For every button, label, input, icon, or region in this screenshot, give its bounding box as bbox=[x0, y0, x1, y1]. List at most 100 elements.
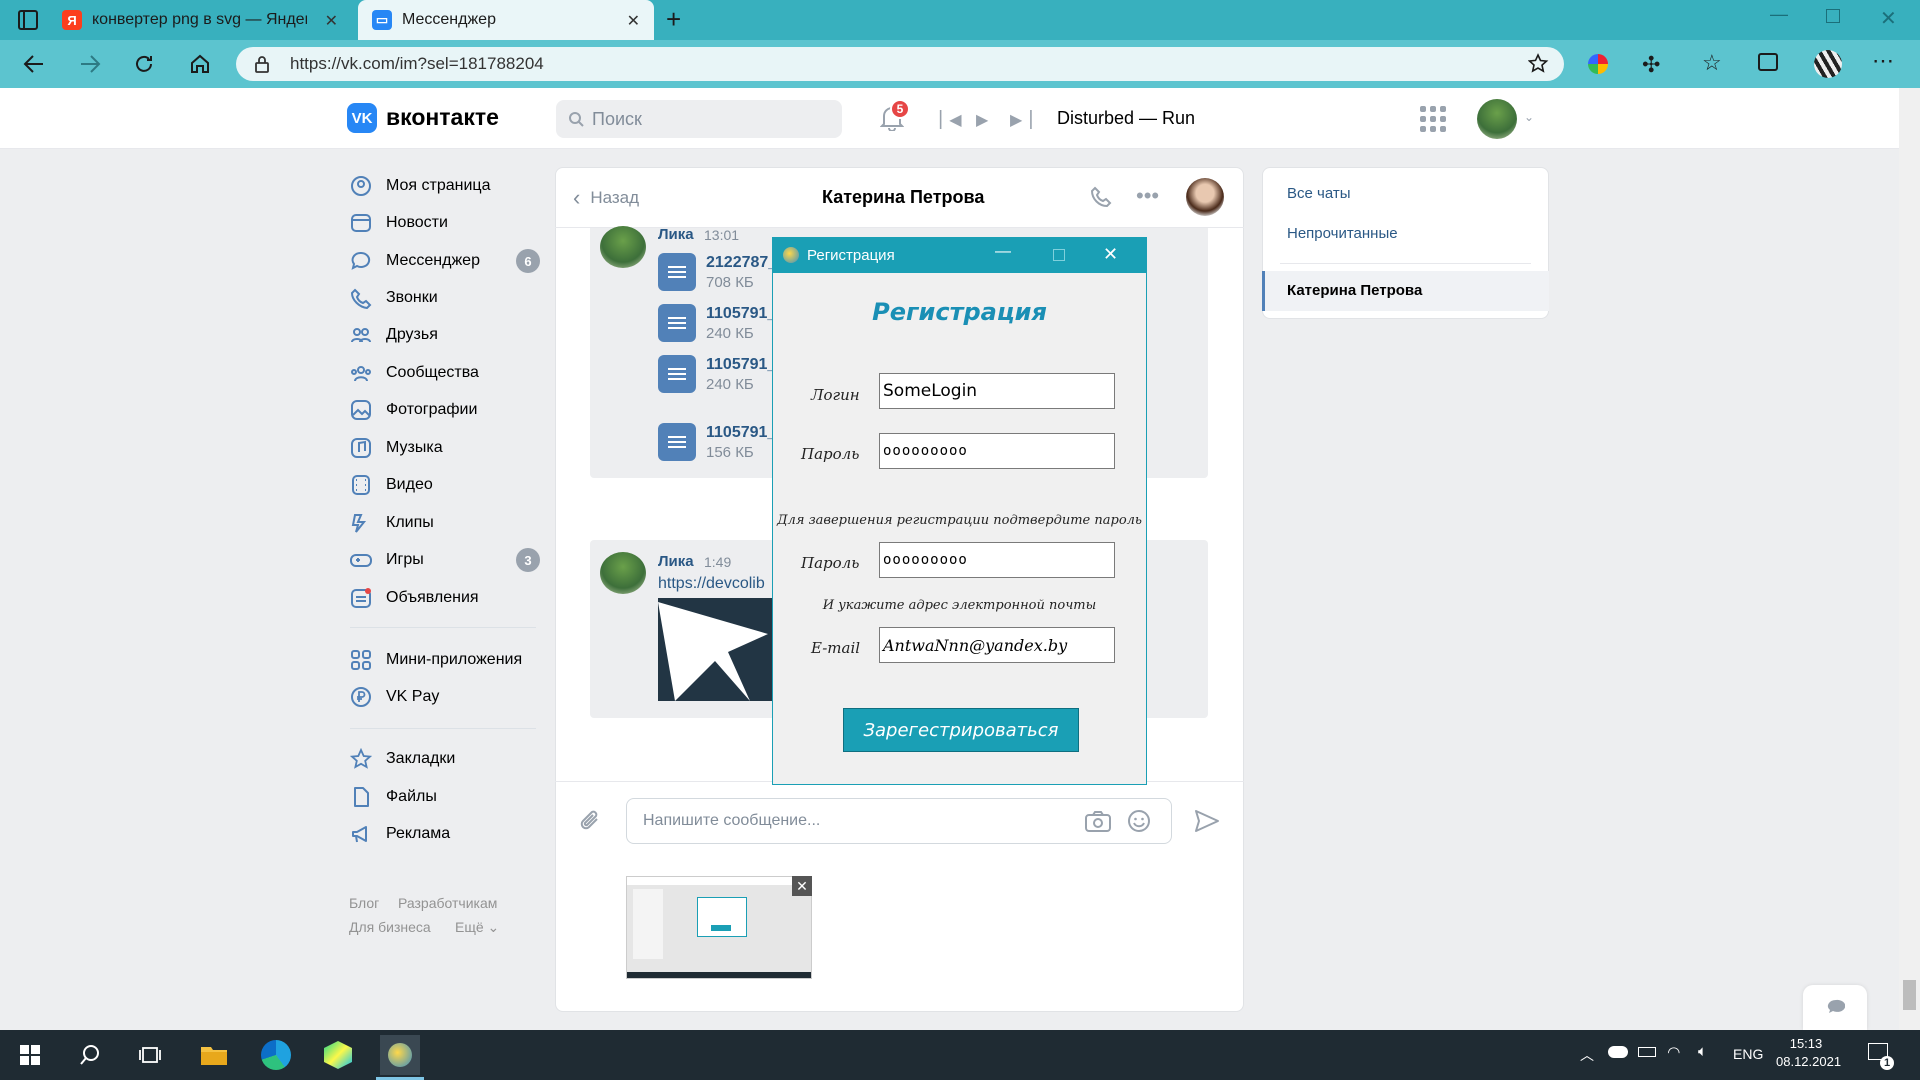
menu-mini-apps[interactable]: Мини-приложения bbox=[350, 643, 540, 677]
file-name[interactable]: 1105791_ bbox=[706, 424, 776, 442]
input-language-indicator[interactable]: ENG bbox=[1733, 1046, 1763, 1062]
battery-icon[interactable] bbox=[1638, 1047, 1656, 1057]
menu-my-page[interactable]: Моя страница bbox=[350, 169, 540, 203]
menu-bookmarks[interactable]: Закладки bbox=[350, 742, 540, 776]
tab-messenger[interactable]: ▭ Мессенджер ✕ bbox=[358, 0, 654, 40]
attach-icon[interactable] bbox=[578, 808, 604, 834]
menu-vk-pay[interactable]: VK Pay bbox=[350, 680, 540, 714]
minimize-icon[interactable]: — bbox=[1770, 4, 1788, 25]
document-icon[interactable] bbox=[658, 304, 696, 342]
address-bar[interactable]: https://vk.com/im?sel=181788204 bbox=[236, 47, 1564, 81]
show-hidden-icons-icon[interactable]: ︿ bbox=[1580, 1045, 1594, 1065]
search-input[interactable]: Поиск bbox=[556, 100, 842, 138]
tab-yandex[interactable]: Я конвертер png в svg — Яндекс ✕ bbox=[62, 0, 352, 40]
menu-games[interactable]: Игры 3 bbox=[350, 543, 540, 577]
document-icon[interactable] bbox=[658, 253, 696, 291]
prev-track-icon[interactable]: ▏◀ bbox=[940, 110, 962, 130]
menu-friends[interactable]: Друзья bbox=[350, 318, 540, 352]
maximize-icon[interactable] bbox=[1826, 9, 1840, 23]
menu-advertising[interactable]: Реклама bbox=[350, 817, 540, 851]
windows-start-icon[interactable] bbox=[10, 1035, 50, 1075]
remove-attachment-icon[interactable]: ✕ bbox=[792, 876, 812, 896]
favorites-icon[interactable]: ☆ bbox=[1702, 50, 1722, 76]
dialog-minimize-icon[interactable]: — bbox=[995, 243, 1011, 261]
file-name[interactable]: 1105791_ bbox=[706, 305, 776, 323]
onedrive-icon[interactable] bbox=[1608, 1046, 1628, 1058]
scrollbar-thumb[interactable] bbox=[1903, 980, 1916, 1010]
email-input[interactable]: AntwaNnn@yandex.by bbox=[879, 627, 1115, 663]
confirm-password-input[interactable]: ooooooooo bbox=[879, 542, 1115, 578]
footer-link-more[interactable]: Ещё ⌄ bbox=[455, 919, 499, 936]
user-avatar[interactable] bbox=[1477, 99, 1517, 139]
forward-icon[interactable] bbox=[74, 50, 106, 78]
menu-clips[interactable]: Клипы bbox=[350, 506, 540, 540]
attached-screenshot-thumbnail[interactable] bbox=[626, 876, 812, 979]
message-author[interactable]: Лика bbox=[658, 226, 694, 243]
chat-avatar[interactable] bbox=[1186, 178, 1224, 216]
menu-messenger[interactable]: Мессенджер 6 bbox=[350, 244, 540, 278]
message-input[interactable]: Напишите сообщение... bbox=[626, 798, 1172, 844]
refresh-icon[interactable] bbox=[128, 50, 160, 78]
link-preview-image[interactable] bbox=[658, 598, 778, 701]
wifi-icon[interactable]: ◜◝ bbox=[1668, 1043, 1680, 1061]
back-button[interactable]: ‹ Назад bbox=[573, 185, 639, 211]
pycharm-icon[interactable] bbox=[318, 1035, 358, 1075]
document-icon[interactable] bbox=[658, 355, 696, 393]
vk-logo-icon[interactable]: VK bbox=[347, 103, 377, 133]
message-avatar[interactable] bbox=[600, 552, 646, 594]
unread-chats-link[interactable]: Непрочитанные bbox=[1287, 225, 1398, 242]
message-link[interactable]: https://devcolib bbox=[658, 575, 765, 593]
extensions-icon[interactable]: ✣ bbox=[1642, 52, 1660, 78]
new-tab-icon[interactable]: + bbox=[666, 4, 681, 35]
file-name[interactable]: 1105791_ bbox=[706, 356, 776, 374]
tab-actions-icon[interactable] bbox=[18, 10, 38, 30]
menu-ads[interactable]: Объявления bbox=[350, 581, 540, 615]
camera-icon[interactable] bbox=[1085, 810, 1111, 832]
clock[interactable]: 15:13 08.12.2021 bbox=[1776, 1036, 1841, 1069]
menu-photos[interactable]: Фотографии bbox=[350, 393, 540, 427]
message-author[interactable]: Лика bbox=[658, 553, 694, 570]
close-tab-icon[interactable]: ✕ bbox=[325, 11, 338, 31]
close-window-icon[interactable]: ✕ bbox=[1880, 6, 1897, 31]
back-icon[interactable] bbox=[18, 50, 50, 78]
play-icon[interactable]: ▶ bbox=[976, 110, 988, 130]
footer-link-business[interactable]: Для бизнеса bbox=[349, 919, 431, 935]
file-name[interactable]: 2122787_ bbox=[706, 254, 777, 272]
dialog-close-icon[interactable]: ✕ bbox=[1103, 244, 1118, 265]
password-input[interactable]: ooooooooo bbox=[879, 433, 1115, 469]
selected-chat-item[interactable]: Катерина Петрова bbox=[1262, 271, 1549, 311]
now-playing-text[interactable]: Disturbed — Run bbox=[1057, 108, 1195, 129]
register-button[interactable]: Зарегестрироваться bbox=[843, 708, 1079, 752]
chat-bubble-button[interactable] bbox=[1803, 985, 1867, 1030]
collections-icon[interactable] bbox=[1758, 53, 1778, 71]
services-grid-icon[interactable] bbox=[1420, 106, 1446, 132]
close-tab-icon[interactable]: ✕ bbox=[627, 11, 640, 31]
call-icon[interactable] bbox=[1090, 185, 1114, 209]
file-explorer-icon[interactable] bbox=[194, 1035, 234, 1075]
volume-icon[interactable]: 🔈︎ bbox=[1698, 1043, 1707, 1060]
menu-news[interactable]: Новости bbox=[350, 206, 540, 240]
task-view-icon[interactable] bbox=[130, 1035, 170, 1075]
menu-communities[interactable]: Сообщества bbox=[350, 356, 540, 390]
taskbar-search-icon[interactable] bbox=[70, 1035, 110, 1075]
menu-calls[interactable]: Звонки bbox=[350, 281, 540, 315]
all-chats-link[interactable]: Все чаты bbox=[1287, 185, 1351, 202]
menu-files[interactable]: Файлы bbox=[350, 780, 540, 814]
footer-link-developers[interactable]: Разработчикам bbox=[398, 895, 497, 911]
emoji-icon[interactable] bbox=[1127, 809, 1151, 833]
send-icon[interactable] bbox=[1194, 809, 1220, 833]
more-menu-icon[interactable]: ⋯ bbox=[1872, 48, 1894, 74]
page-scrollbar[interactable] bbox=[1899, 88, 1920, 1030]
chat-more-icon[interactable]: ••• bbox=[1136, 183, 1159, 209]
footer-link-blog[interactable]: Блог bbox=[349, 895, 379, 911]
vk-logo-text[interactable]: вконтакте bbox=[386, 104, 499, 131]
chat-title[interactable]: Катерина Петрова bbox=[822, 187, 984, 208]
menu-music[interactable]: Музыка bbox=[350, 431, 540, 465]
python-app-taskbar-icon[interactable] bbox=[380, 1035, 420, 1075]
dialog-titlebar[interactable]: Регистрация — ✕ bbox=[773, 238, 1146, 273]
edge-browser-icon[interactable] bbox=[256, 1035, 296, 1075]
document-icon[interactable] bbox=[658, 423, 696, 461]
message-avatar[interactable] bbox=[600, 226, 646, 268]
menu-video[interactable]: Видео bbox=[350, 468, 540, 502]
chevron-down-icon[interactable]: ⌄ bbox=[1524, 110, 1534, 124]
